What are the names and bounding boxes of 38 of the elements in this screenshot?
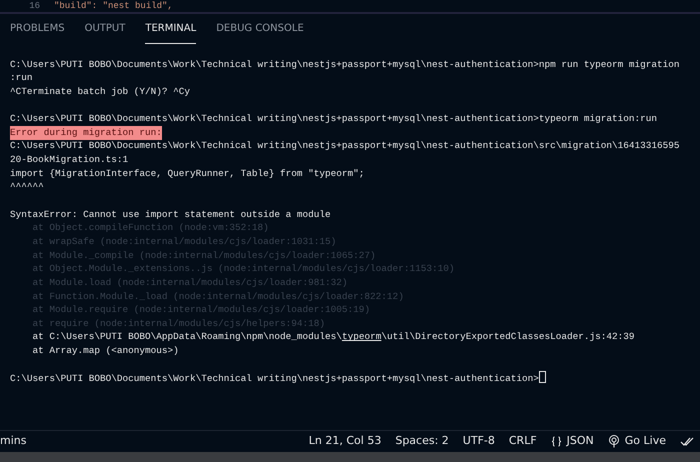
go-live-button[interactable]: Go Live [608, 433, 666, 450]
line-number: 16 [28, 0, 40, 12]
stack-trace-line: at Module.require (node:internal/modules/cjs/loader:1005:19) [32, 303, 370, 317]
terminal-line: SyntaxError: Cannot use import statement outside a module [10, 208, 331, 222]
terminal-line: C:\Users\PUTI BOBO\Documents\Work\Technical writing\nestjs+passport+mysql\nest-authentication>npm run typeorm migration [10, 58, 680, 72]
panel-tab[interactable]: OUTPUT [84, 14, 126, 44]
status-item[interactable]: UTF-8 [462, 433, 495, 450]
status-item[interactable]: CRLF [508, 433, 537, 450]
terminal-line: import {MigrationInterface, QueryRunner, Table} from "typeorm"; [10, 166, 364, 180]
error-message: Error during migration run: [10, 126, 162, 140]
stack-trace-line: at require (node:internal/modules/cjs/helpers:94:18) [32, 316, 326, 330]
text-cursor [538, 371, 546, 384]
status-text: mins [0, 433, 26, 450]
terminal-line: ^^^^^^ [10, 180, 44, 194]
stack-trace-line: at Object.Module._extensions..js (node:internal/modules/cjs/loader:1153:10) [32, 262, 454, 276]
terminal-line: at Array.map (<anonymous>) [32, 344, 179, 358]
stack-trace-line: at wrapSafe (node:internal/modules/cjs/loader:1031:15) [32, 234, 336, 249]
status-item[interactable]: Ln 21, Col 53 [308, 433, 382, 450]
prompt-line: C:\Users\PUTI BOBO\Documents\Work\Technical writing\nestjs+passport+mysql\nest-authentication> [10, 372, 539, 386]
panel-tab[interactable]: DEBUG CONSOLE [216, 14, 304, 44]
broadcast-icon [608, 435, 620, 448]
terminal-line: C:\Users\PUTI BOBO\Documents\Work\Technical writing\nestjs+passport+mysql\nest-authentication\src\migration\16413316595 [10, 139, 680, 154]
terminal-line: :run [10, 71, 33, 85]
terminal-line: 20-BookMigration.ts:1 [10, 153, 128, 167]
panel-tab[interactable]: TERMINAL [145, 14, 196, 44]
stack-trace-line: at C:\Users\PUTI BOBO\AppData\Roaming\npm\node_modules\typeorm\util\DirectoryExportedClassesLoader.js:42:39 [32, 330, 634, 344]
language-mode-button[interactable]: JSON [550, 433, 594, 450]
code-text: "build": "nest build", [54, 0, 173, 12]
stack-trace-line: at Object.compileFunction (node:vm:352:18) [32, 221, 269, 235]
status-item[interactable]: Spaces: 2 [395, 433, 449, 450]
terminal-line: C:\Users\PUTI BOBO\Documents\Work\Technical writing\nestjs+passport+mysql\nest-authentication>typeorm migration:run [10, 112, 657, 126]
terminal-line: ^CTerminate batch job (Y/N)? ^Cy [10, 84, 190, 99]
double-check-icon[interactable] [680, 436, 694, 446]
stack-trace-line: at Module.load (node:internal/modules/cjs/loader:981:32) [32, 276, 348, 290]
stack-trace-line: at Function.Module._load (node:internal/modules/cjs/loader:822:12) [32, 290, 404, 304]
stack-trace-line: at Module._compile (node:internal/modules/cjs/loader:1065:27) [32, 248, 376, 262]
braces-icon [550, 436, 562, 447]
panel-tab[interactable]: PROBLEMS [10, 14, 65, 44]
